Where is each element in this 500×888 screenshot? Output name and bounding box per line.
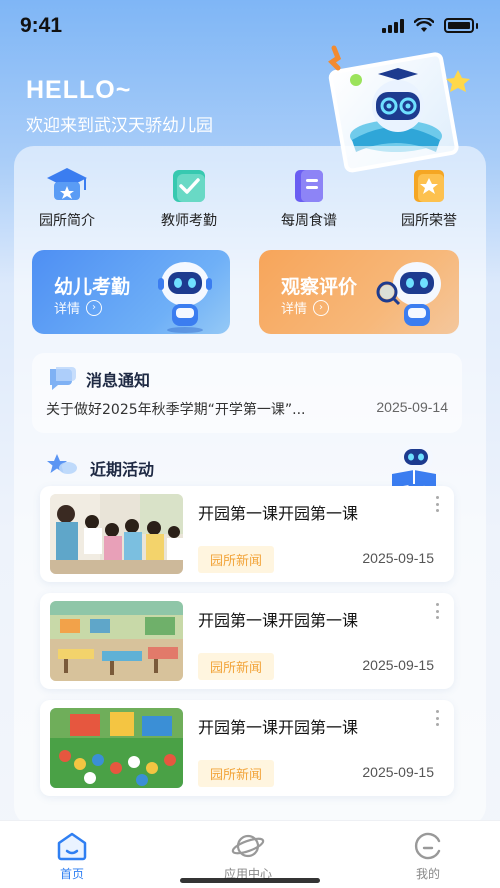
- tab-mine[interactable]: 我的: [378, 831, 478, 882]
- child-attendance-title: 幼儿考勤: [54, 276, 131, 298]
- observation-evaluation-detail-link[interactable]: 详情 ›: [281, 298, 330, 317]
- quick-item-label: 园所荣誉: [401, 213, 457, 229]
- tab-label: 首页: [59, 867, 84, 881]
- cellular-signal-icon: [382, 18, 404, 33]
- detail-label: 详情: [54, 302, 81, 317]
- quick-menu: 园所简介 教师考勤 每周食谱 园所荣誉: [14, 166, 486, 236]
- activity-tag: 园所新闻: [198, 653, 275, 680]
- home-icon: [57, 832, 87, 861]
- notification-bubble-icon: [50, 367, 76, 390]
- child-attendance-card[interactable]: 幼儿考勤 详情 ›: [32, 250, 230, 334]
- activity-tag: 园所新闻: [198, 546, 275, 573]
- robot-magnifier-mascot-icon: [376, 262, 441, 326]
- honor-star-icon: [414, 170, 444, 202]
- activity-title: 开园第一课开园第一课: [198, 611, 359, 630]
- more-options-icon[interactable]: [434, 710, 440, 726]
- child-attendance-detail-link[interactable]: 详情 ›: [54, 298, 103, 317]
- hello-text: HELLO~: [26, 76, 132, 104]
- activity-item[interactable]: 开园第一课开园第一课 园所新闻 2025-09-15: [40, 486, 454, 582]
- robot-mascot-icon: [158, 262, 212, 333]
- activity-date: 2025-09-15: [362, 764, 434, 780]
- greeting: HELLO~ 欢迎来到武汉天骄幼儿园: [26, 76, 213, 136]
- school-icon: [47, 168, 87, 200]
- observation-evaluation-card[interactable]: 观察评价 详情 ›: [259, 250, 459, 334]
- tab-home[interactable]: 首页: [22, 831, 122, 882]
- quick-item-school-honors[interactable]: 园所荣誉: [379, 166, 479, 230]
- activity-tag: 园所新闻: [198, 760, 275, 787]
- home-indicator: [180, 878, 320, 883]
- planet-icon: [231, 834, 265, 858]
- status-icons: [382, 18, 478, 33]
- wifi-icon: [414, 18, 434, 32]
- quick-item-label: 教师考勤: [161, 213, 217, 229]
- quick-item-weekly-recipe[interactable]: 每周食谱: [259, 166, 359, 230]
- notice-date: 2025-09-14: [376, 399, 448, 415]
- more-options-icon[interactable]: [434, 496, 440, 512]
- quick-item-school-intro[interactable]: 园所简介: [17, 166, 117, 230]
- status-time: 9:41: [20, 14, 63, 37]
- notice-section[interactable]: 消息通知 关于做好2025年秋季学期“开学第一课”... 2025-09-14: [32, 353, 462, 433]
- activity-title: 开园第一课开园第一课: [198, 504, 359, 523]
- quick-item-teacher-attendance[interactable]: 教师考勤: [139, 166, 239, 230]
- activity-date: 2025-09-15: [362, 550, 434, 566]
- quick-item-label: 园所简介: [39, 213, 95, 229]
- activities-title: 近期活动: [90, 460, 155, 479]
- quick-item-label: 每周食谱: [281, 213, 337, 229]
- recipe-book-icon: [295, 170, 323, 202]
- activity-title: 开园第一课开园第一课: [198, 718, 359, 737]
- observation-evaluation-title: 观察评价: [281, 276, 358, 298]
- activity-photo-classroom-interior: [50, 601, 183, 681]
- battery-tip: [476, 22, 478, 29]
- checkin-icon: [173, 170, 205, 202]
- activity-photo-playground: [50, 708, 183, 788]
- tab-label: 我的: [415, 867, 440, 881]
- more-options-icon[interactable]: [434, 603, 440, 619]
- tab-app-center[interactable]: 应用中心: [198, 831, 298, 882]
- chevron-right-icon: ›: [86, 299, 103, 316]
- battery-icon: [444, 18, 474, 33]
- notice-title: 消息通知: [86, 371, 151, 390]
- detail-label: 详情: [281, 302, 308, 317]
- activity-photo-classroom: [50, 494, 183, 574]
- star-activity-icon: [47, 454, 77, 474]
- profile-icon: [414, 832, 441, 860]
- activity-item[interactable]: 开园第一课开园第一课 园所新闻 2025-09-15: [40, 700, 454, 796]
- chevron-right-icon: ›: [313, 299, 330, 316]
- activity-date: 2025-09-15: [362, 657, 434, 673]
- welcome-text: 欢迎来到武汉天骄幼儿园: [26, 116, 213, 136]
- activity-item[interactable]: 开园第一课开园第一课 园所新闻 2025-09-15: [40, 593, 454, 689]
- notice-text[interactable]: 关于做好2025年秋季学期“开学第一课”...: [46, 399, 346, 419]
